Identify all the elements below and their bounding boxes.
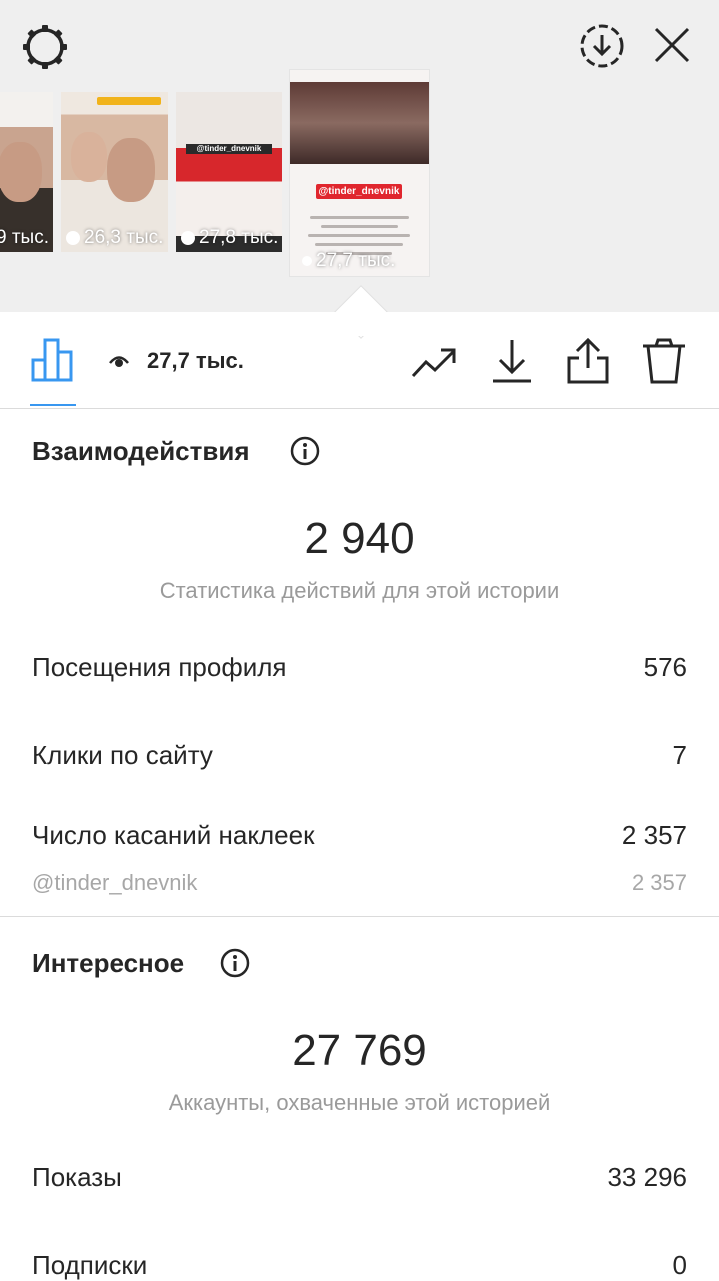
- story-photo: [290, 82, 429, 164]
- story-carousel-header: @tinder_dnevnik @tinder_dnevnik 9 тыс. 2…: [0, 0, 719, 312]
- interactions-total: 2 940: [304, 514, 415, 563]
- metric-label: Подписки: [32, 1250, 148, 1280]
- info-icon[interactable]: [290, 436, 320, 466]
- eye-icon: [66, 230, 80, 245]
- eye-icon: [302, 255, 312, 266]
- eye-icon: [181, 230, 195, 245]
- metric-value: 7: [672, 740, 687, 770]
- sticker-mention-value: 2 357: [631, 870, 687, 895]
- thumbnail-tag: @tinder_dnevnik: [316, 184, 402, 199]
- metric-value: 0: [672, 1250, 687, 1280]
- story-thumbnail-selected[interactable]: @tinder_dnevnik: [290, 70, 429, 276]
- active-tab-indicator: [30, 404, 76, 406]
- promote-trend-icon[interactable]: [411, 338, 457, 384]
- metric-value: 33 296: [607, 1162, 687, 1192]
- settings-gear-icon[interactable]: [20, 22, 70, 72]
- info-icon[interactable]: [220, 948, 250, 978]
- bar-chart-icon[interactable]: [30, 336, 76, 382]
- download-icon[interactable]: [489, 338, 535, 384]
- thumbnail-view-count: 26,3 тыс.: [66, 227, 163, 249]
- metric-label: Посещения профиля: [32, 652, 287, 682]
- share-icon[interactable]: [565, 337, 611, 384]
- interactions-title: Взаимодействия: [32, 436, 250, 466]
- discovery-caption: Аккаунты, охваченные этой историей: [168, 1090, 551, 1115]
- discovery-total: 27 769: [292, 1026, 427, 1075]
- thumbnail-view-count: 27,7 тыс.: [302, 250, 395, 272]
- metric-label: Клики по сайту: [32, 740, 213, 770]
- thumbnail-tag: @tinder_dnevnik: [186, 144, 272, 154]
- interactions-caption: Статистика действий для этой истории: [159, 578, 560, 603]
- close-icon[interactable]: [651, 24, 693, 66]
- sticker-mention: @tinder_dnevnik: [32, 870, 198, 895]
- section-divider: [0, 916, 719, 917]
- metric-value: 576: [643, 652, 687, 682]
- thumbnail-view-count: 27,8 тыс.: [181, 227, 278, 249]
- discovery-title: Интересное: [32, 948, 185, 978]
- story-reach: 27,7 тыс.: [147, 348, 244, 373]
- thumbnail-view-count: 9 тыс.: [0, 227, 49, 248]
- metric-value: 2 357: [621, 820, 687, 850]
- delete-trash-icon[interactable]: [641, 338, 687, 384]
- insights-toolbar: 27,7 тыс.: [0, 330, 719, 409]
- metric-label: Показы: [32, 1162, 122, 1192]
- metric-label: Число касаний наклеек: [32, 820, 315, 850]
- eye-icon: [108, 350, 130, 370]
- save-story-icon[interactable]: [578, 22, 626, 70]
